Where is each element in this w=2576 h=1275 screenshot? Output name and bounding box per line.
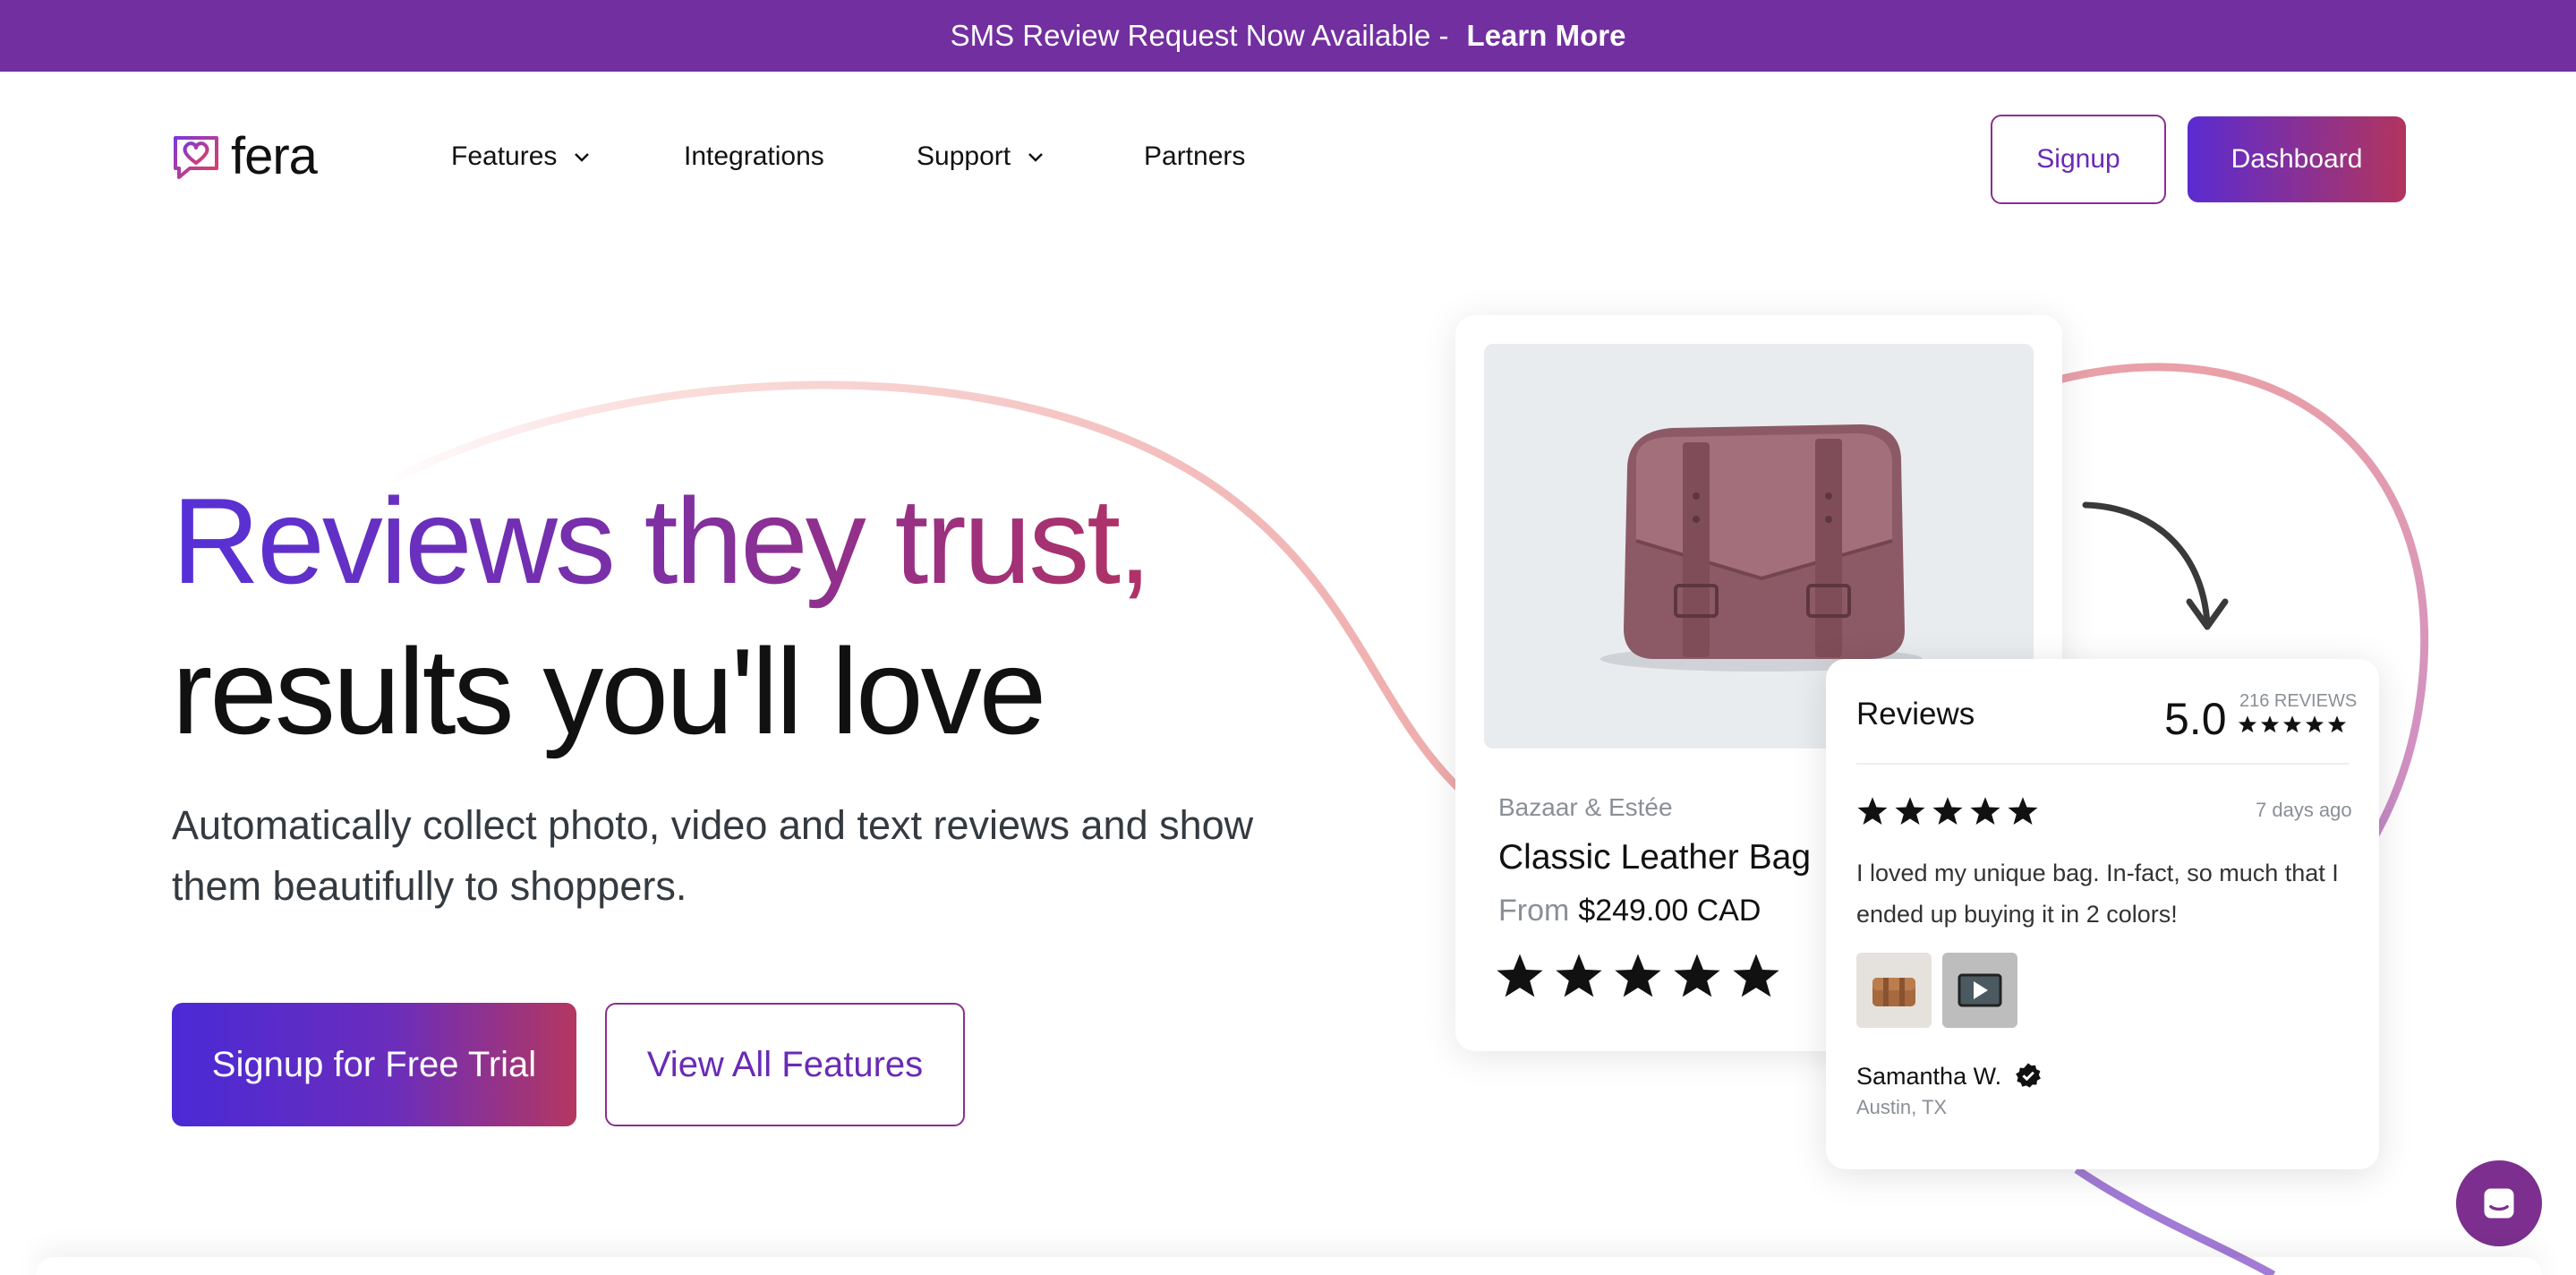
nav-integrations[interactable]: Integrations xyxy=(684,141,824,172)
star-icon xyxy=(1895,797,1925,825)
star-icon xyxy=(1733,954,1779,997)
reviews-summary-stars xyxy=(2238,715,2347,734)
logo[interactable]: fera xyxy=(170,127,318,185)
star-icon xyxy=(2282,715,2302,733)
section-divider-shadow xyxy=(36,1257,2542,1275)
hero-headline-line1: Reviews they trust, xyxy=(172,466,1152,616)
star-icon xyxy=(1556,954,1602,997)
hero-subtitle: Automatically collect photo, video and t… xyxy=(172,802,1254,909)
chat-icon xyxy=(2484,1188,2514,1219)
product-name: Classic Leather Bag xyxy=(1498,838,1812,877)
star-icon xyxy=(1932,797,1963,825)
nav-integrations-label: Integrations xyxy=(684,141,824,171)
chevron-down-icon xyxy=(575,153,590,162)
reviews-score: 5.0 xyxy=(2164,694,2227,744)
review-author: Samantha W. xyxy=(1856,1062,2043,1091)
star-icon xyxy=(1970,797,2000,825)
product-price: From $249.00 CAD xyxy=(1498,894,1761,928)
bag-photo-image xyxy=(1872,978,1915,1006)
chevron-down-icon xyxy=(1028,153,1043,162)
view-all-features-button[interactable]: View All Features xyxy=(605,1003,965,1126)
reviews-count: 216 REVIEWS xyxy=(2239,691,2358,711)
signup-free-trial-button[interactable]: Signup for Free Trial xyxy=(172,1003,576,1126)
announcement-bar: SMS Review Request Now Available - Learn… xyxy=(0,0,2576,72)
star-icon xyxy=(1857,797,1888,825)
reviews-title: Reviews xyxy=(1856,697,1975,732)
star-icon xyxy=(1615,954,1661,997)
star-icon xyxy=(2305,715,2324,733)
heart-logo-icon xyxy=(174,136,218,179)
review-date: 7 days ago xyxy=(2256,799,2352,821)
nav-features[interactable]: Features xyxy=(451,141,593,172)
dashboard-button[interactable]: Dashboard xyxy=(2188,116,2406,202)
price-value: $249.00 CAD xyxy=(1578,894,1761,928)
logo-text: fera xyxy=(231,127,318,185)
review-video-thumbnail[interactable] xyxy=(1942,953,2017,1028)
product-rating xyxy=(1495,951,1781,1001)
signup-button[interactable]: Signup xyxy=(1991,115,2166,204)
star-icon xyxy=(2260,715,2280,733)
reviews-widget: Reviews 5.0 216 REVIEWS 7 days ago I lov… xyxy=(1826,659,2379,1169)
hero-headline-line2: results you'll love xyxy=(172,623,1046,759)
nav-partners-label: Partners xyxy=(1144,141,1246,171)
star-icon xyxy=(1497,954,1543,997)
nav-support-label: Support xyxy=(917,141,1011,171)
review-location: Austin, TX xyxy=(1856,1096,1948,1118)
review-text: I loved my unique bag. In-fact, so much … xyxy=(1856,860,2339,928)
star-icon xyxy=(2008,797,2038,825)
chat-launcher-button[interactable] xyxy=(2456,1160,2542,1246)
nav-partners[interactable]: Partners xyxy=(1144,141,1245,172)
reviews-divider xyxy=(1856,763,2349,765)
main-nav: fera Features Integrations Support Partn… xyxy=(0,72,2576,247)
verified-badge-icon xyxy=(2016,1063,2041,1088)
learn-more-link[interactable]: Learn More xyxy=(1467,19,1626,53)
star-icon xyxy=(1674,954,1720,997)
star-icon xyxy=(2327,715,2347,733)
review-author-name: Samantha W. xyxy=(1856,1062,2002,1090)
review-photo-thumbnail[interactable] xyxy=(1856,953,1932,1028)
hero-headline: Reviews they trust, results you'll love xyxy=(172,466,1152,766)
price-prefix: From xyxy=(1498,894,1570,928)
play-icon xyxy=(1958,973,2002,1007)
product-brand: Bazaar & Estée xyxy=(1498,793,1673,821)
nav-support[interactable]: Support xyxy=(917,141,1046,172)
announcement-text: SMS Review Request Now Available - xyxy=(950,19,1449,52)
review-rating xyxy=(1856,795,2039,827)
nav-features-label: Features xyxy=(451,141,558,171)
star-icon xyxy=(2238,715,2257,733)
